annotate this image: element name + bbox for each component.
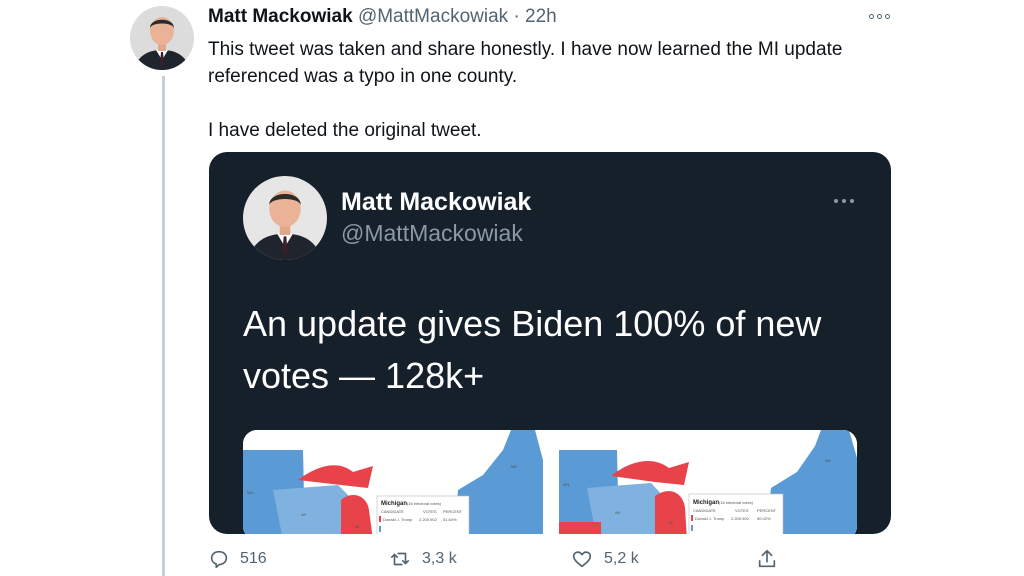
inset-row-percent-left: 51.64%: [443, 517, 457, 522]
embedded-tweet-image[interactable]: Matt Mackowiak @MattMackowiak An update …: [209, 152, 891, 534]
author-handle[interactable]: @MattMackowiak: [358, 6, 508, 27]
election-map-right: MN WI MI ME Michigan (16 electoral votes…: [559, 430, 857, 534]
timestamp[interactable]: 22h: [525, 6, 557, 27]
label-mi: MI: [355, 524, 359, 529]
inset-row-name-right: Donald J. Trump: [695, 516, 725, 521]
tweet-action-bar: 516 3,3 k 5,2 k: [0, 548, 1024, 576]
share-button[interactable]: [756, 548, 778, 570]
inset-title-left: Michigan: [381, 501, 407, 507]
tweet-text-paragraph-1: This tweet was taken and share honestly.…: [208, 39, 843, 87]
retweet-button[interactable]: 3,3 k: [388, 548, 457, 570]
author-avatar[interactable]: [130, 6, 194, 70]
inset-subtitle-right: (16 electoral votes): [719, 500, 754, 505]
label-mn: MN: [247, 490, 253, 495]
embedded-tweet-text: An update gives Biden 100% of new votes …: [243, 303, 822, 396]
author-name[interactable]: Matt Mackowiak: [208, 6, 353, 27]
inset-col-votes-right: VOTES: [735, 508, 749, 513]
like-button[interactable]: 5,2 k: [570, 548, 639, 570]
embedded-author-name: Matt Mackowiak: [341, 188, 532, 216]
tweet-text-paragraph-2: I have deleted the original tweet.: [208, 120, 482, 141]
inset-row-votes-right: 2,200,902: [731, 516, 750, 521]
inset-row-percent-right: 50.02%: [757, 516, 771, 521]
inset-col-candidate-left: CANDIDATE: [381, 509, 404, 514]
inset-subtitle-left: (16 electoral votes): [407, 501, 442, 506]
embedded-author-avatar: [243, 176, 327, 260]
label-me: ME: [511, 464, 517, 469]
label-mi-right: MI: [669, 520, 673, 525]
inset-col-percent-left: PERCENT: [443, 509, 463, 514]
tweet-header: Matt Mackowiak @MattMackowiak · 22h: [208, 6, 557, 28]
retweet-count: 3,3 k: [422, 550, 457, 567]
more-icon[interactable]: [866, 8, 892, 24]
inset-col-candidate-right: CANDIDATE: [693, 508, 716, 513]
reply-count: 516: [240, 550, 267, 567]
inset-title-right: Michigan: [693, 500, 719, 506]
embedded-author-handle: @MattMackowiak: [341, 220, 523, 246]
like-count: 5,2 k: [604, 550, 639, 567]
inset-col-votes-left: VOTES: [423, 509, 437, 514]
inset-col-percent-right: PERCENT: [757, 508, 777, 513]
inset-row-name-left: Donald J. Trump: [383, 517, 413, 522]
election-map-left: MN WI MI ME Michigan (16 electoral votes…: [243, 430, 543, 534]
inset-row-votes-left: 2,200,902: [419, 517, 438, 522]
retweet-icon: [388, 548, 412, 570]
reply-button[interactable]: 516: [208, 548, 267, 570]
label-me-right: ME: [825, 458, 831, 463]
tweet-text: This tweet was taken and share honestly.…: [208, 36, 898, 144]
label-wi-right: WI: [615, 510, 620, 515]
label-mn-right: MN: [563, 482, 569, 487]
label-wi: WI: [301, 512, 306, 517]
election-map-image: MN WI MI ME Michigan (16 electoral votes…: [243, 430, 857, 534]
share-icon: [756, 548, 778, 570]
header-separator: ·: [513, 6, 520, 27]
like-icon: [570, 548, 594, 570]
thread-line: [162, 76, 165, 576]
reply-icon: [208, 548, 230, 570]
embedded-more-icon: [829, 194, 859, 208]
